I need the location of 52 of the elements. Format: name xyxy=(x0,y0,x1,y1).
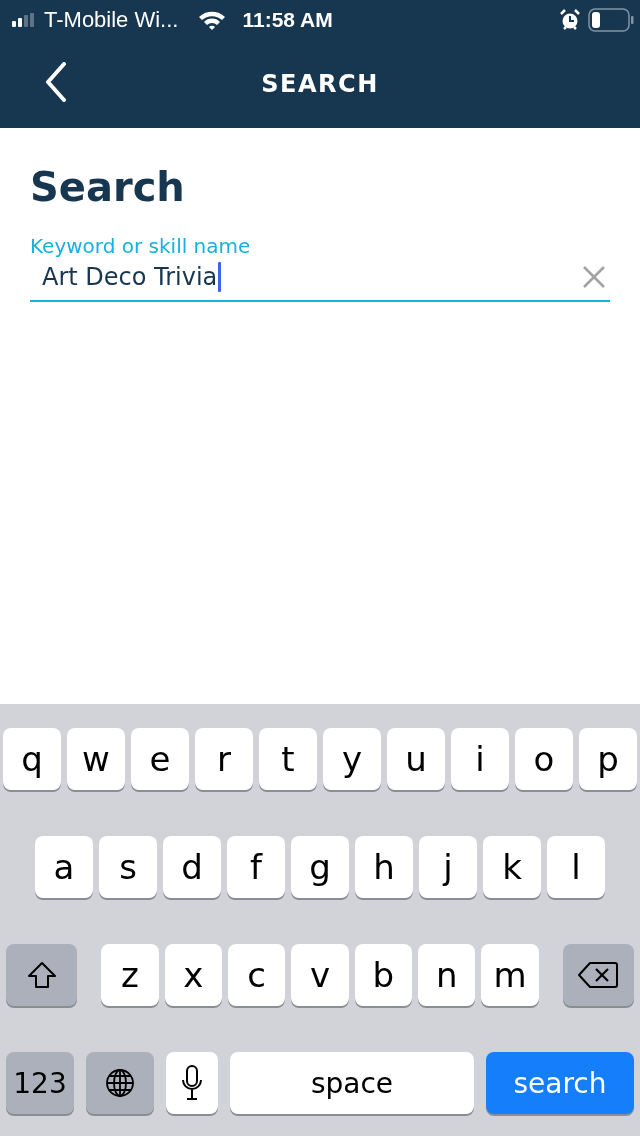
letter-key[interactable]: u xyxy=(387,728,445,790)
letter-key[interactable]: j xyxy=(419,836,477,898)
letter-key[interactable]: h xyxy=(355,836,413,898)
shift-key[interactable] xyxy=(6,944,78,1006)
letter-key[interactable]: q xyxy=(3,728,61,790)
field-label: Keyword or skill name xyxy=(30,234,252,258)
status-time: 11:58 AM xyxy=(242,8,333,32)
letter-key[interactable]: g xyxy=(291,836,349,898)
search-key[interactable]: search xyxy=(486,1052,634,1114)
search-field[interactable]: Keyword or skill name Art Deco Trivia xyxy=(30,234,610,302)
letter-key[interactable]: b xyxy=(354,944,413,1006)
space-key[interactable]: space xyxy=(230,1052,474,1114)
field-value: Art Deco Trivia xyxy=(42,263,218,291)
letter-key[interactable]: i xyxy=(451,728,509,790)
letter-key[interactable]: c xyxy=(227,944,286,1006)
back-chevron-icon xyxy=(44,62,68,102)
numbers-key[interactable]: 123 xyxy=(6,1052,74,1114)
letter-key[interactable]: a xyxy=(35,836,93,898)
letter-key[interactable]: s xyxy=(99,836,157,898)
globe-icon xyxy=(105,1068,135,1098)
letter-key[interactable]: e xyxy=(131,728,189,790)
letter-key[interactable]: z xyxy=(101,944,159,1006)
backspace-icon xyxy=(577,961,620,989)
text-cursor xyxy=(218,262,222,292)
close-icon xyxy=(582,265,606,289)
letter-key[interactable]: w xyxy=(67,728,125,790)
letter-key[interactable]: y xyxy=(323,728,381,790)
delete-key[interactable] xyxy=(562,944,635,1006)
back-button[interactable] xyxy=(44,62,68,102)
letter-key[interactable]: t xyxy=(259,728,317,790)
letter-key[interactable]: d xyxy=(163,836,221,898)
letter-key[interactable]: f xyxy=(227,836,285,898)
microphone-key[interactable] xyxy=(166,1052,218,1114)
page-title: SEARCH xyxy=(261,70,379,98)
section-heading: Search xyxy=(30,164,186,210)
letter-key[interactable]: p xyxy=(579,728,637,790)
letter-key[interactable]: l xyxy=(547,836,605,898)
microphone-icon xyxy=(181,1065,203,1101)
battery-icon xyxy=(588,8,634,32)
shift-arrow-icon xyxy=(26,961,57,989)
alarm-clock-icon xyxy=(560,9,580,31)
letter-key[interactable]: v xyxy=(291,944,349,1006)
letter-key[interactable]: n xyxy=(418,944,476,1006)
letter-key[interactable]: m xyxy=(481,944,539,1006)
wifi-icon xyxy=(198,10,227,30)
letter-key[interactable]: r xyxy=(195,728,253,790)
carrier-name: T-Mobile Wi... xyxy=(44,7,179,33)
letter-key[interactable]: o xyxy=(515,728,573,790)
letter-key[interactable]: x xyxy=(164,944,222,1006)
signal-icon xyxy=(12,13,36,27)
letter-key[interactable]: k xyxy=(483,836,541,898)
globe-key[interactable] xyxy=(86,1052,154,1114)
